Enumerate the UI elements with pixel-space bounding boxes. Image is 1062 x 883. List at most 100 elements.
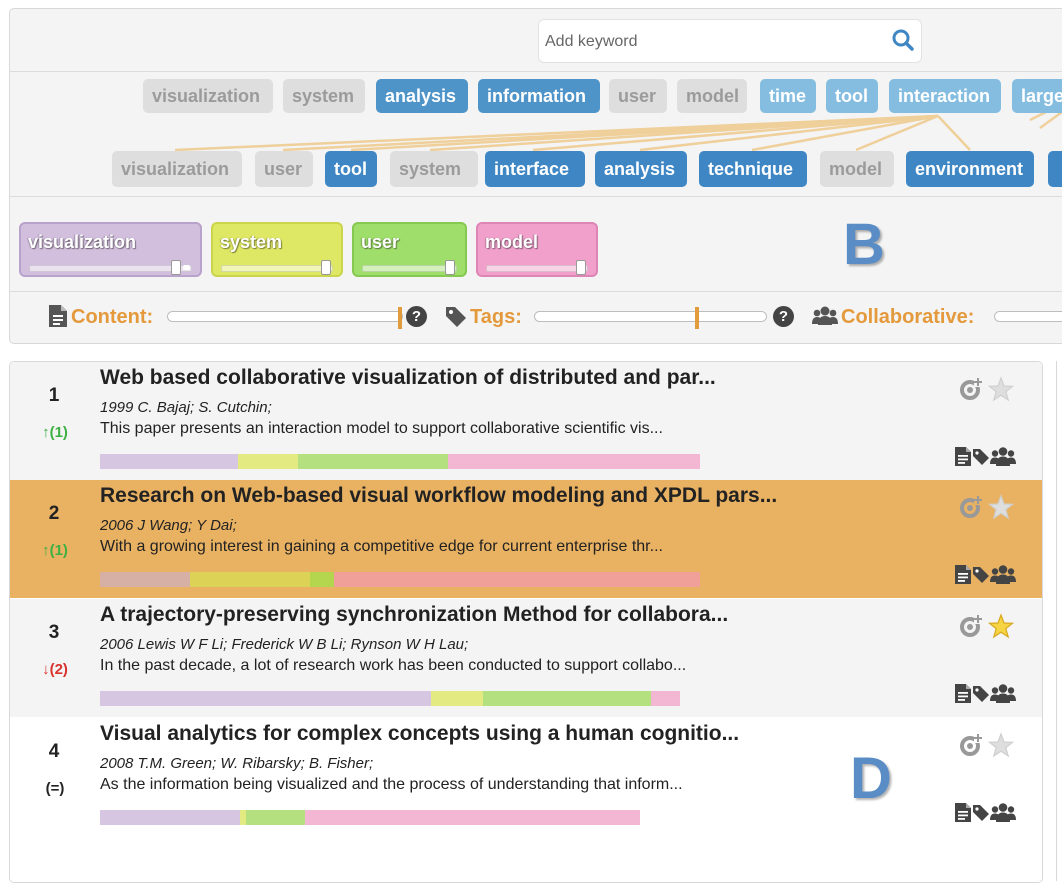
star-icon[interactable] (988, 732, 1014, 758)
bookmark-add-icon[interactable] (958, 732, 986, 758)
weight-box-visualization[interactable]: visualization (19, 222, 202, 277)
relevance-bar-segment (448, 454, 700, 469)
relevance-bar (100, 691, 680, 706)
weight-slider-fill (183, 265, 190, 270)
weight-slider-handle[interactable] (445, 260, 455, 275)
weight-label: model (485, 232, 539, 252)
bookmark-add-icon[interactable] (958, 376, 986, 402)
tag-bottom-environment[interactable]: environment (906, 151, 1034, 187)
weight-slider[interactable] (221, 265, 333, 272)
bookmark-add-icon[interactable] (958, 494, 986, 520)
rank-change: ↑(1) (42, 542, 68, 559)
paper-title[interactable]: Web based collaborative visualization of… (100, 366, 716, 390)
weight-label: visualization (28, 232, 137, 252)
paper-source-indicators (954, 564, 1016, 585)
weight-box-user[interactable]: user (352, 222, 467, 277)
weight-slider-handle[interactable] (321, 260, 331, 275)
tag-bottom-user[interactable]: user (255, 151, 313, 187)
paper-abstract: As the information being visualized and … (100, 776, 683, 793)
paper-row[interactable]: 1 ↑(1) Web based collaborative visualizati… (10, 362, 1042, 480)
tag-icon (973, 805, 989, 821)
rank-change: ↓(2) (42, 661, 68, 678)
document-icon (955, 447, 971, 466)
tag-bottom-technique[interactable]: technique (699, 151, 807, 187)
document-icon (49, 305, 67, 327)
star-icon[interactable] (988, 613, 1014, 639)
weight-slider-handle[interactable] (171, 260, 181, 275)
tag-bottom-tool[interactable]: tool (325, 151, 377, 187)
paper-source-indicators (954, 446, 1016, 467)
paper-row[interactable]: 2 ↑(1) Research on Web-based visual workfl… (10, 480, 1042, 598)
rank-number: 3 (48, 622, 60, 643)
paper-authors: 2006 Lewis W F Li; Frederick W B Li; Ryn… (100, 636, 469, 653)
users-icon (990, 565, 1016, 584)
users-icon (990, 684, 1016, 703)
tag-top-analysis[interactable]: analysis (376, 79, 468, 113)
weight-box-model[interactable]: model (476, 222, 598, 277)
tag-bottom-interface[interactable]: interface (485, 151, 585, 187)
tag-icon (973, 567, 989, 583)
weight-slider-handle[interactable] (576, 260, 586, 275)
tag-top-information[interactable]: information (478, 79, 600, 113)
paper-title[interactable]: Visual analytics for complex concepts us… (100, 722, 739, 746)
tag-top-time[interactable]: time (760, 79, 816, 113)
collaborative-slider[interactable] (994, 311, 1062, 322)
weight-slider[interactable] (29, 265, 192, 272)
weight-box-system[interactable]: system (211, 222, 343, 277)
paper-abstract: This paper presents an interaction model… (100, 420, 663, 437)
paper-actions (958, 376, 1014, 402)
section-label-b: B (843, 212, 885, 277)
content-slider[interactable] (167, 311, 403, 322)
paper-abstract: In the past decade, a lot of research wo… (100, 657, 687, 674)
users-icon (812, 306, 838, 325)
document-icon (955, 565, 971, 584)
weight-slider[interactable] (486, 265, 588, 272)
tags-slider[interactable] (534, 311, 767, 322)
relevance-bar-segment (482, 691, 651, 706)
relevance-bar-segment (100, 572, 190, 587)
bookmark-add-icon[interactable] (958, 613, 986, 639)
paper-title[interactable]: Research on Web-based visual workflow mo… (100, 484, 777, 508)
paper-title[interactable]: A trajectory-preserving synchronization … (100, 603, 728, 627)
relevance-bar-segment (298, 454, 448, 469)
tag-bottom-visualization[interactable]: visualization (112, 151, 242, 187)
weight-slider[interactable] (362, 265, 457, 272)
tag-bottom-more[interactable] (1048, 151, 1062, 187)
tag-icon (973, 686, 989, 702)
users-icon (990, 803, 1016, 822)
tag-bottom-model[interactable]: model (820, 151, 894, 187)
tag-top-visualization[interactable]: visualization (143, 79, 273, 113)
paper-authors: 2008 T.M. Green; W. Ribarsky; B. Fisher; (100, 755, 374, 772)
paper-source-indicators (954, 683, 1016, 704)
paper-actions (958, 613, 1014, 639)
relevance-bar-segment (305, 810, 640, 825)
tag-bottom-analysis[interactable]: analysis (595, 151, 687, 187)
star-icon[interactable] (988, 494, 1014, 520)
tag-top-tool[interactable]: tool (826, 79, 878, 113)
paper-row[interactable]: 3 ↓(2) A trajectory-preserving synchroniza… (10, 599, 1042, 717)
tag-top-interaction[interactable]: interaction (889, 79, 1001, 113)
relevance-bar-segment (245, 810, 306, 825)
tag-bottom-system[interactable]: system (390, 151, 478, 187)
users-icon (990, 447, 1016, 466)
rank-number: 1 (48, 385, 60, 406)
tags-slider-handle[interactable] (695, 307, 699, 329)
tag-icon (446, 307, 466, 327)
relevance-bar-segment (100, 454, 238, 469)
relevance-bar (100, 810, 640, 825)
document-icon (955, 684, 971, 703)
star-icon[interactable] (988, 376, 1014, 402)
help-icon[interactable]: ? (406, 306, 427, 327)
tag-top-large[interactable]: large (1012, 79, 1062, 113)
document-icon (955, 803, 971, 822)
tag-top-user[interactable]: user (609, 79, 667, 113)
rank-number: 4 (48, 741, 60, 762)
rank-number: 2 (48, 503, 60, 524)
tag-top-model[interactable]: model (677, 79, 747, 113)
weight-label: system (220, 232, 283, 252)
help-icon[interactable]: ? (773, 306, 794, 327)
content-slider-handle[interactable] (398, 307, 402, 329)
tag-top-system[interactable]: system (283, 79, 365, 113)
relevance-bar (100, 572, 700, 587)
relevance-bar-segment (310, 572, 334, 587)
